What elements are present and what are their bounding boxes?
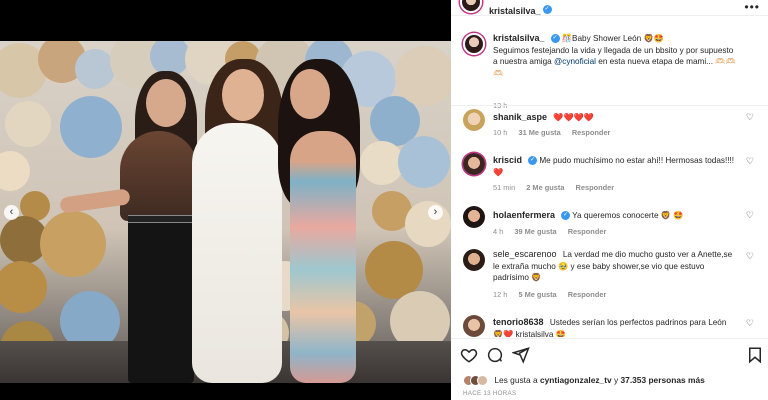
heart-icon[interactable]: ♡ bbox=[746, 156, 754, 167]
comment-likes[interactable]: 39 Me gusta bbox=[514, 227, 556, 236]
post-side-panel: kristalsilva_ ✓ ••• kristalsilva_ ✓ 🎊Baby … bbox=[451, 0, 768, 400]
comment-time: 12 h bbox=[493, 290, 508, 299]
verified-badge-icon: ✓ bbox=[561, 211, 571, 221]
verified-badge-icon: ✓ bbox=[528, 156, 538, 166]
comment-body: Ya queremos conocerte 🦁 🤩 bbox=[572, 211, 684, 220]
comment-time: 10 h bbox=[493, 128, 508, 137]
comment-icon[interactable] bbox=[486, 346, 504, 364]
comment-time: 51 min bbox=[493, 183, 516, 192]
heart-icon[interactable]: ♡ bbox=[746, 251, 754, 262]
heart-icon[interactable]: ♡ bbox=[746, 318, 754, 329]
chevron-right-icon[interactable]: › bbox=[428, 205, 443, 220]
comment-time: 4 h bbox=[493, 227, 504, 236]
comment-username[interactable]: holaenfermera bbox=[493, 210, 555, 220]
commenter-avatar[interactable] bbox=[463, 206, 485, 228]
comment-text: holaenfermera ✓ Ya queremos conocerte 🦁 🤩 bbox=[493, 210, 738, 222]
post-timestamp: HACE 13 HORAS bbox=[463, 390, 517, 397]
comment-meta: 51 min 2 Me gusta Responder bbox=[493, 183, 623, 192]
likes-middle: y bbox=[611, 375, 621, 385]
reply-button[interactable]: Responder bbox=[568, 290, 607, 299]
comment-username[interactable]: sele_escarenoo bbox=[493, 249, 557, 259]
commenter-avatar[interactable] bbox=[463, 315, 485, 337]
bookmark-icon[interactable] bbox=[746, 346, 764, 364]
share-icon[interactable] bbox=[512, 346, 530, 364]
divider bbox=[451, 338, 768, 339]
heart-icon[interactable]: ♡ bbox=[746, 112, 754, 123]
liker-avatar bbox=[477, 375, 488, 387]
comment-body: ❤️❤️❤️❤️ bbox=[553, 113, 595, 122]
comment-item: holaenfermera ✓ Ya queremos conocerte 🦁 🤩… bbox=[463, 206, 758, 240]
comment-item: shanik_aspe ❤️❤️❤️❤️ 10 h 31 Me gusta Re… bbox=[463, 109, 758, 143]
more-horizontal-icon[interactable]: ••• bbox=[744, 0, 760, 14]
comment-item: kriscid ✓ Me pudo muchísimo no estar ahí!… bbox=[463, 153, 758, 199]
caption-title: 🎊Baby Shower León 🦁🤩 bbox=[561, 34, 664, 43]
post-photo[interactable] bbox=[0, 41, 451, 383]
comment-username[interactable]: kriscid bbox=[493, 155, 522, 165]
comment-meta: 4 h 39 Me gusta Responder bbox=[493, 227, 615, 236]
caption-text: kristalsilva_ ✓ 🎊Baby Shower León 🦁🤩 Segu… bbox=[493, 33, 738, 79]
likes-prefix: Les gusta a bbox=[494, 375, 540, 385]
comment-item: tenorio8638 Ustedes serían los perfectos… bbox=[463, 315, 758, 337]
comment-likes[interactable]: 31 Me gusta bbox=[518, 128, 560, 137]
comments-list[interactable]: kristalsilva_ ✓ 🎊Baby Shower León 🦁🤩 Segu… bbox=[451, 17, 768, 337]
comment-text: kriscid ✓ Me pudo muchísimo no estar ahí!… bbox=[493, 155, 738, 178]
caption-username[interactable]: kristalsilva_ bbox=[493, 33, 545, 43]
comment-username[interactable]: shanik_aspe bbox=[493, 112, 547, 122]
comment-text: tenorio8638 Ustedes serían los perfectos… bbox=[493, 317, 738, 337]
reply-button[interactable]: Responder bbox=[572, 128, 611, 137]
caption-mention[interactable]: @cynoficial bbox=[554, 57, 596, 66]
caption-avatar[interactable] bbox=[463, 33, 485, 55]
likes-summary[interactable]: Les gusta a cyntiagonzalez_tv y 37.353 p… bbox=[463, 375, 705, 387]
post-media-panel: ‹ › bbox=[0, 0, 451, 400]
reply-button[interactable]: Responder bbox=[568, 227, 607, 236]
chevron-left-icon[interactable]: ‹ bbox=[4, 205, 19, 220]
caption: kristalsilva_ ✓ 🎊Baby Shower León 🦁🤩 Segu… bbox=[463, 33, 758, 113]
comment-username[interactable]: tenorio8638 bbox=[493, 317, 544, 327]
action-bar bbox=[451, 342, 768, 372]
heart-icon[interactable]: ♡ bbox=[746, 210, 754, 221]
comment-likes[interactable]: 5 Me gusta bbox=[518, 290, 556, 299]
comment-meta: 10 h 31 Me gusta Responder bbox=[493, 128, 619, 137]
author-username[interactable]: kristalsilva_ bbox=[489, 6, 541, 16]
reply-button[interactable]: Responder bbox=[576, 183, 615, 192]
likes-count[interactable]: 37.353 personas más bbox=[621, 375, 705, 385]
commenter-avatar[interactable] bbox=[463, 153, 485, 175]
heart-icon[interactable] bbox=[460, 346, 478, 364]
commenter-avatar[interactable] bbox=[463, 109, 485, 131]
verified-badge-icon: ✓ bbox=[542, 5, 552, 15]
comment-text: shanik_aspe ❤️❤️❤️❤️ bbox=[493, 112, 738, 124]
comment-text: sele_escarenoo La verdad me dio mucho gu… bbox=[493, 249, 738, 284]
comment-likes[interactable]: 2 Me gusta bbox=[526, 183, 564, 192]
author-avatar[interactable] bbox=[460, 0, 482, 13]
divider bbox=[451, 105, 768, 106]
comment-meta: 12 h 5 Me gusta Responder bbox=[493, 290, 615, 299]
likes-user[interactable]: cyntiagonzalez_tv bbox=[540, 375, 612, 385]
verified-badge-icon: ✓ bbox=[550, 34, 560, 44]
commenter-avatar[interactable] bbox=[463, 249, 485, 271]
post-header: kristalsilva_ ✓ ••• bbox=[451, 0, 768, 16]
comment-item: sele_escarenoo La verdad me dio mucho gu… bbox=[463, 247, 758, 303]
